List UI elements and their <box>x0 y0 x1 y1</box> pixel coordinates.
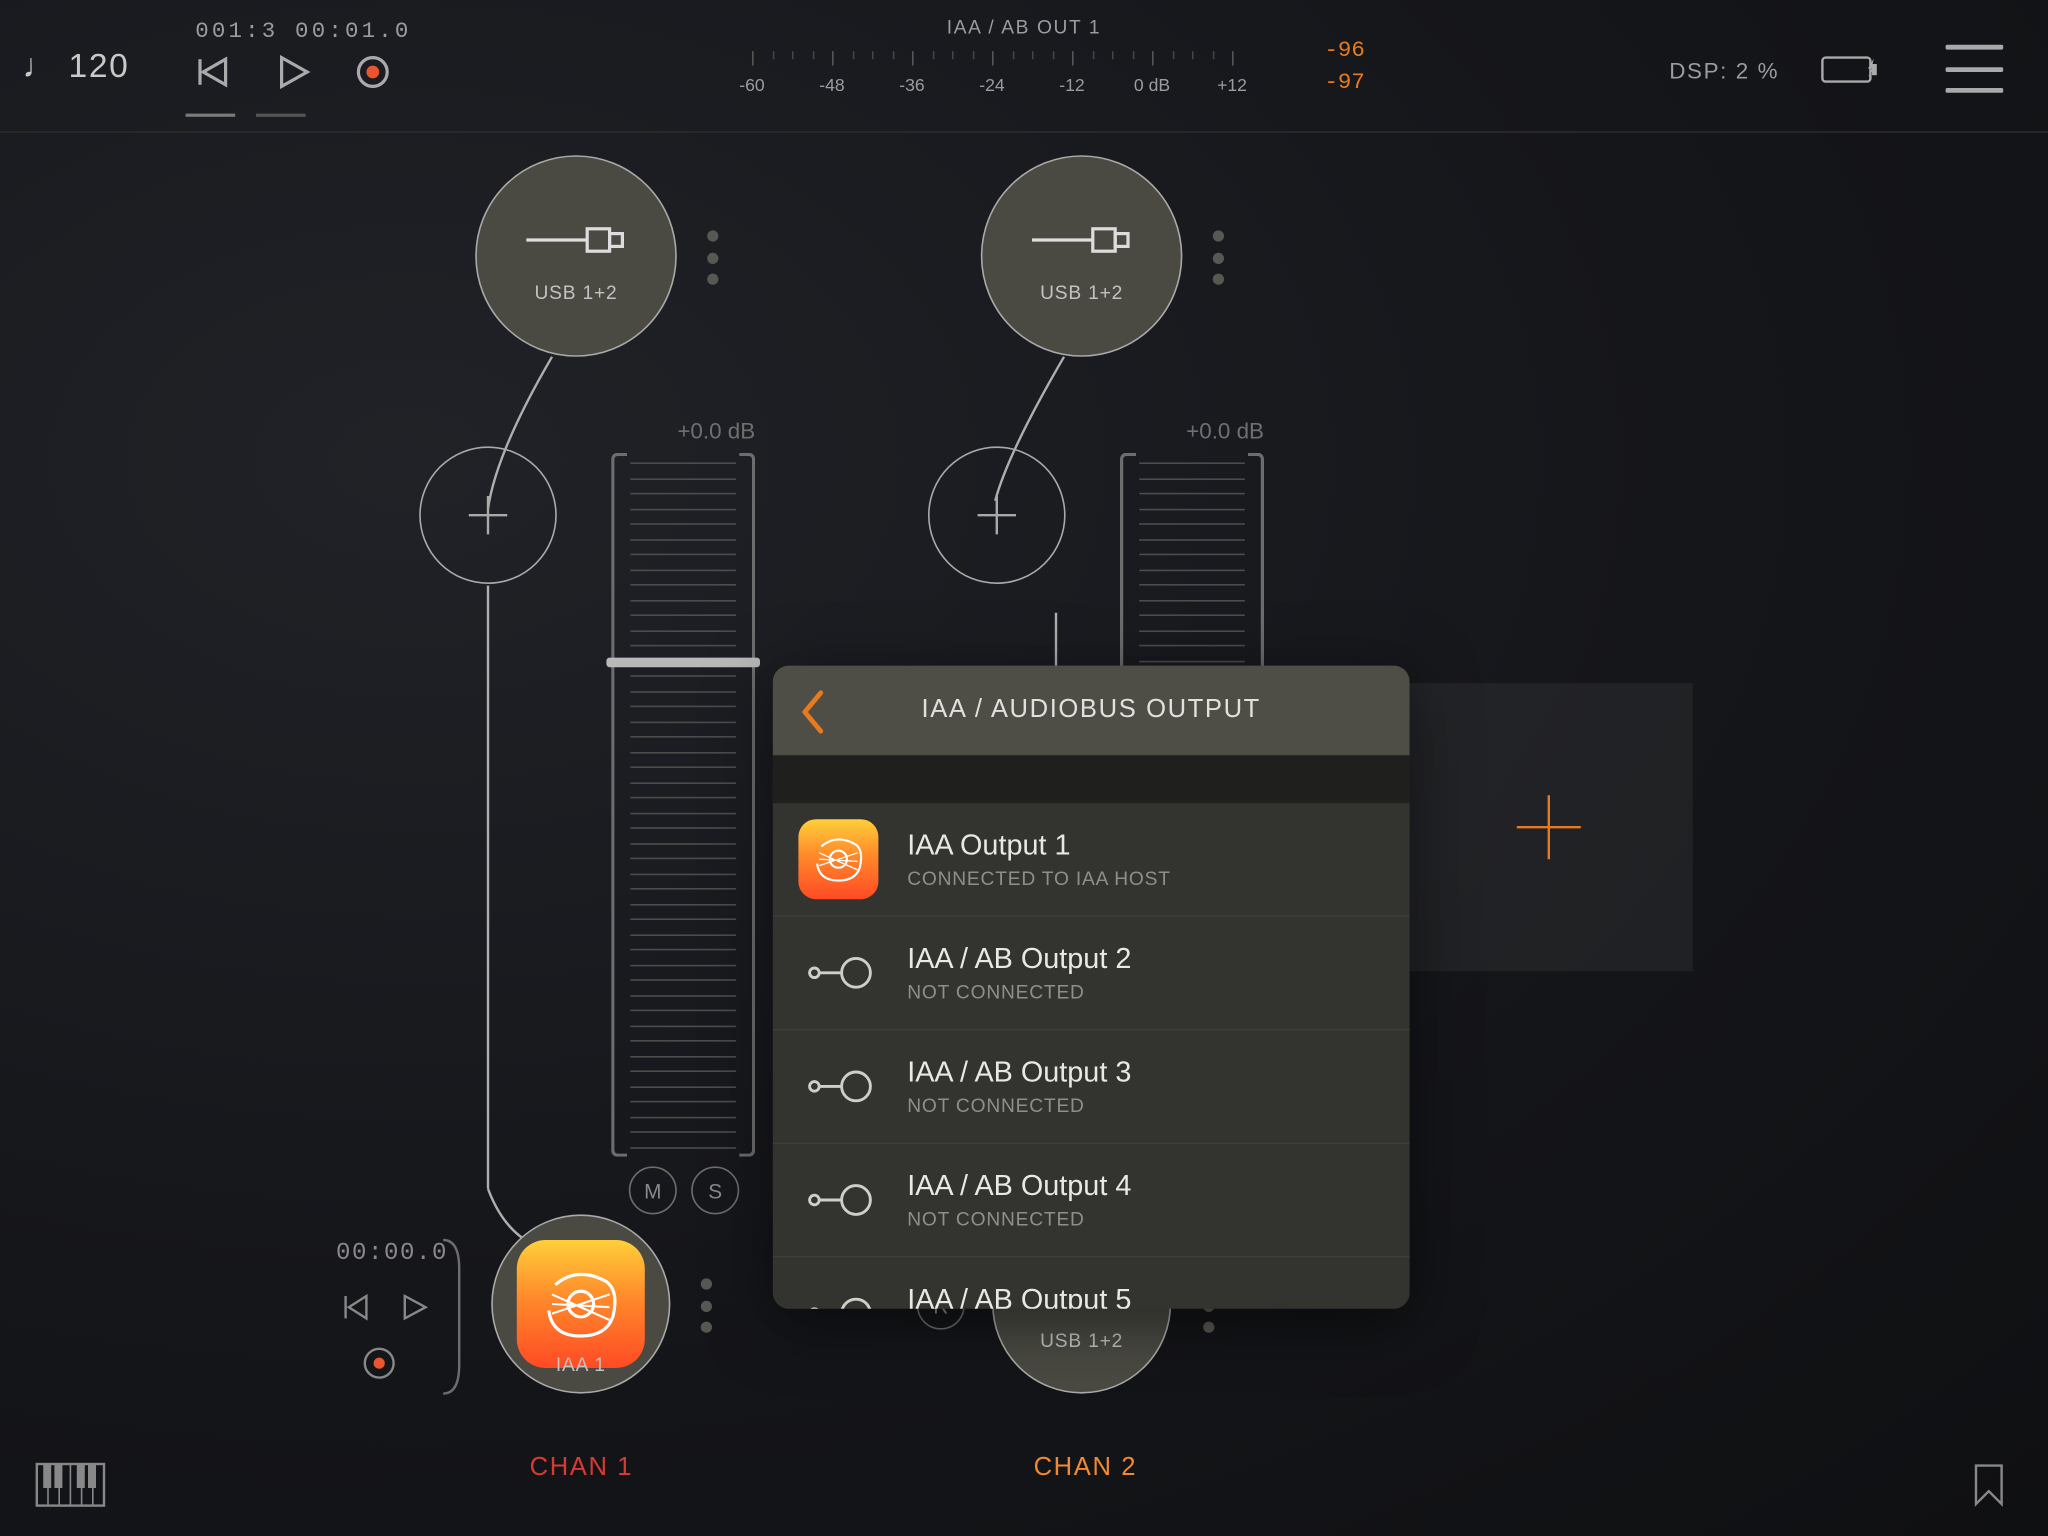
output-option-title: IAA Output 1 <box>907 829 1171 863</box>
usb-cable-icon <box>523 208 629 272</box>
mini-record-button[interactable] <box>362 1346 397 1381</box>
meter-peak-top: -96 <box>1324 38 1364 64</box>
output-meter: IAA / AB OUT 1 -60-48-36-24-120 dB+12 -9… <box>744 0 1304 133</box>
meter-tick-label: -36 <box>899 77 924 96</box>
rewind-button[interactable] <box>190 50 235 95</box>
output-option-subtitle: CONNECTED TO IAA HOST <box>907 867 1171 889</box>
gain-readout: +0.0 dB <box>677 418 755 444</box>
dsp-readout: DSP: 2 % <box>1669 58 1779 84</box>
meter-label: IAA / AB OUT 1 <box>744 16 1304 38</box>
routing-canvas[interactable]: USB 1+2 +0.0 dB M S 00:00.0 <box>0 133 2048 1536</box>
output-option-title: IAA / AB Output 3 <box>907 1056 1131 1090</box>
output-option-subtitle: NOT CONNECTED <box>907 1208 1131 1230</box>
back-button[interactable] <box>798 688 827 736</box>
insert-slot-ch2[interactable] <box>928 446 1066 584</box>
gain-readout: +0.0 dB <box>1186 418 1264 444</box>
meter-tick-label: -24 <box>979 77 1004 96</box>
connection-icon <box>798 1274 878 1309</box>
mini-time-ch1: 00:00.0 <box>336 1240 448 1267</box>
garageband-icon <box>798 819 878 899</box>
tempo-display[interactable]: ♩ 120 <box>22 48 129 86</box>
solo-button[interactable]: S <box>691 1166 739 1214</box>
connection-icon <box>798 1046 878 1126</box>
meter-tick-label: -12 <box>1059 77 1084 96</box>
channel-label-1: CHAN 1 <box>530 1454 634 1483</box>
bookmark-icon[interactable] <box>1971 1462 2006 1507</box>
output-option-subtitle: NOT CONNECTED <box>907 1094 1131 1116</box>
meter-tick-label: -48 <box>819 77 844 96</box>
popover-title: IAA / AUDIOBUS OUTPUT <box>773 696 1410 725</box>
mini-bracket-icon <box>440 1237 469 1397</box>
transport-underline <box>256 114 306 117</box>
drag-handle[interactable] <box>701 1278 714 1332</box>
output-option-title: IAA / AB Output 4 <box>907 1170 1131 1204</box>
menu-button[interactable] <box>1946 45 2004 93</box>
channel-label-2: CHAN 2 <box>1034 1454 1138 1483</box>
usb-cable-icon <box>1029 208 1135 272</box>
locator-display: 001:3 00:01.0 <box>195 19 411 45</box>
output-option[interactable]: IAA / AB Output 2 NOT CONNECTED <box>773 917 1410 1031</box>
output-label: USB 1+2 <box>1040 1330 1123 1352</box>
output-option[interactable]: IAA Output 1 CONNECTED TO IAA HOST <box>773 803 1410 917</box>
mini-play-button[interactable] <box>398 1291 430 1323</box>
insert-slot-ch1[interactable] <box>419 446 557 584</box>
battery-icon <box>1821 53 1885 88</box>
keyboard-icon[interactable] <box>35 1462 105 1507</box>
mini-transport-ch1 <box>341 1291 431 1323</box>
meter-peak-bottom: -97 <box>1324 70 1364 96</box>
add-channel-tile[interactable] <box>1405 683 1693 971</box>
popover-spacer <box>773 755 1410 803</box>
connection-icon <box>798 933 878 1013</box>
output-label: IAA 1 <box>556 1354 606 1376</box>
meter-tick-label: +12 <box>1217 77 1247 96</box>
mini-rewind-button[interactable] <box>341 1291 373 1323</box>
garageband-icon <box>517 1240 645 1368</box>
output-option[interactable]: IAA / AB Output 4 NOT CONNECTED <box>773 1144 1410 1258</box>
input-label: USB 1+2 <box>535 282 618 304</box>
drag-handle[interactable] <box>1213 230 1226 284</box>
meter-tick-label: 0 dB <box>1134 77 1170 96</box>
output-picker-popover: IAA / AUDIOBUS OUTPUT IAA Output 1 CONNEC… <box>773 666 1410 1309</box>
transport-underline <box>186 114 236 117</box>
output-option-title: IAA / AB Output 5 <box>907 1283 1131 1309</box>
play-button[interactable] <box>270 50 315 95</box>
connection-icon <box>798 1160 878 1240</box>
output-option[interactable]: IAA / AB Output 5NOT CONNECTED <box>773 1258 1410 1309</box>
mute-button[interactable]: M <box>629 1166 677 1214</box>
output-option-title: IAA / AB Output 2 <box>907 942 1131 976</box>
input-node-ch1[interactable]: USB 1+2 <box>475 155 677 357</box>
record-button[interactable] <box>350 50 395 95</box>
meter-tick-label: -60 <box>739 77 764 96</box>
output-option-subtitle: NOT CONNECTED <box>907 981 1131 1003</box>
transport-controls <box>190 50 395 95</box>
top-bar: ♩ 120 001:3 00:01.0 IAA / AB OUT 1 -60 -4… <box>0 0 2048 133</box>
popover-header: IAA / AUDIOBUS OUTPUT <box>773 666 1410 756</box>
input-label: USB 1+2 <box>1040 282 1123 304</box>
input-node-ch2[interactable]: USB 1+2 <box>981 155 1183 357</box>
output-node-ch1[interactable]: IAA 1 <box>491 1214 670 1393</box>
popover-list[interactable]: IAA Output 1 CONNECTED TO IAA HOST IAA / A… <box>773 803 1410 1309</box>
output-option[interactable]: IAA / AB Output 3 NOT CONNECTED <box>773 1030 1410 1144</box>
drag-handle[interactable] <box>707 230 720 284</box>
